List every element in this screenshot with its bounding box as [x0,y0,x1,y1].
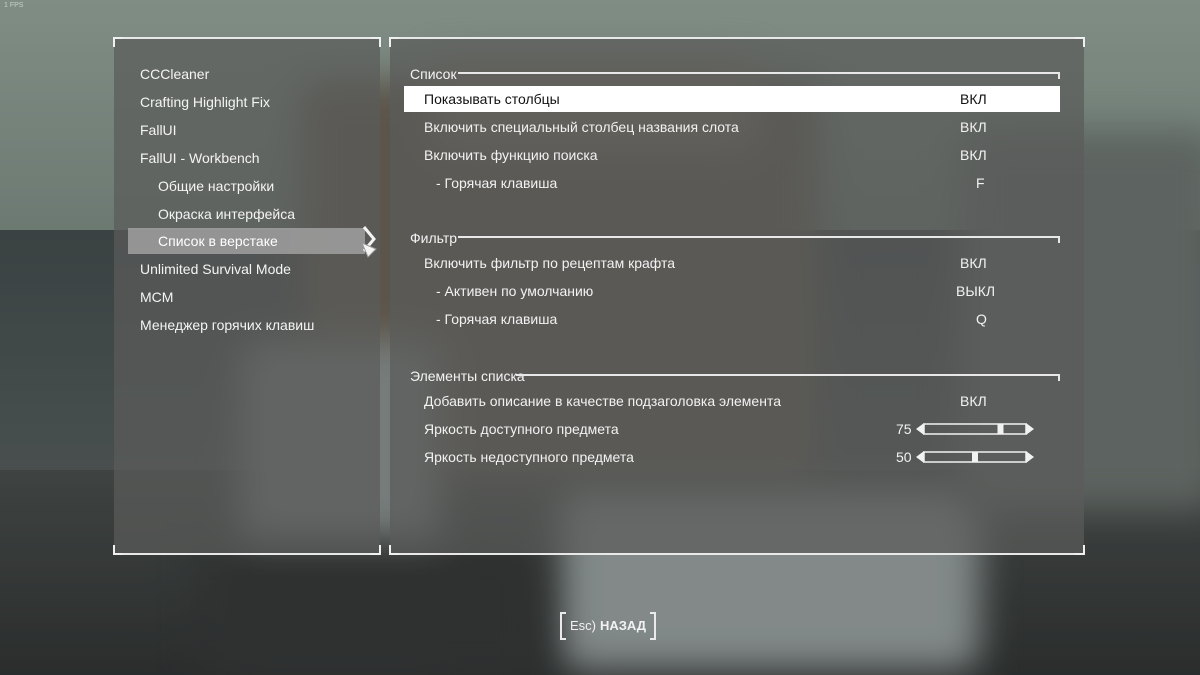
bracket-right [650,612,657,640]
setting-label: Включить специальный столбец названия сл… [424,119,739,135]
back-label: НАЗАД [600,618,647,633]
setting-value: ВКЛ [960,119,987,135]
sidebar-item-workbench-list[interactable]: Список в верстаке [128,228,365,254]
back-button[interactable]: Esc) НАЗАД [560,612,657,640]
setting-unavailable-item-brightness[interactable]: Яркость недоступного предмета 50 [404,444,1060,470]
slider-right-arrow-icon [1026,451,1034,463]
sidebar-item-interface-coloring[interactable]: Окраска интерфейса [158,201,295,227]
setting-value: Q [976,311,987,327]
setting-label: Добавить описание в качестве подзаголовк… [424,393,781,409]
setting-label: Показывать столбцы [424,91,560,107]
setting-slot-name-column[interactable]: Включить специальный столбец названия сл… [404,114,1060,140]
setting-available-item-brightness[interactable]: Яркость доступного предмета 75 [404,416,1060,442]
slider-knob [972,452,978,462]
sidebar-item-cccleaner[interactable]: CCCleaner [140,61,209,87]
sidebar-item-mcm[interactable]: MCM [140,284,173,310]
sidebar-item-fallui[interactable]: FallUI [140,117,177,143]
mouse-cursor-icon [361,226,377,258]
sidebar-item-crafting-highlight-fix[interactable]: Crafting Highlight Fix [140,89,270,115]
setting-value: ВКЛ [960,91,987,107]
slider-left-arrow-icon [916,451,924,463]
sidebar-item-hotkey-manager[interactable]: Менеджер горячих клавиш [140,312,314,338]
section-title-filter: Фильтр [410,230,458,246]
section-divider [516,374,1060,381]
section-divider [458,72,1060,79]
slider-left-arrow-icon [916,423,924,435]
setting-description-subtitle[interactable]: Добавить описание в качестве подзаголовк… [404,388,1060,414]
setting-active-by-default[interactable]: - Активен по умолчанию ВЫКЛ [404,278,1060,304]
mod-list-panel: CCCleaner Crafting Highlight Fix FallUI … [113,37,381,555]
fps-counter: 1 FPS [4,2,24,9]
settings-panel: Список Показывать столбцы ВКЛ Включить с… [389,37,1085,555]
setting-label: Яркость недоступного предмета [424,449,634,465]
slider-knob [997,424,1004,434]
sidebar-item-general-settings[interactable]: Общие настройки [158,173,274,199]
section-divider [458,236,1060,243]
setting-label: - Активен по умолчанию [436,283,594,299]
setting-label: - Горячая клавиша [436,175,558,191]
setting-label: Включить фильтр по рецептам крафта [424,255,676,271]
section-title-list-elements: Элементы списка [410,368,525,384]
back-key-hint: Esc) [570,618,596,633]
setting-value: ВКЛ [960,393,987,409]
setting-search-hotkey[interactable]: - Горячая клавиша F [404,170,1060,196]
setting-value: ВКЛ [960,255,987,271]
sidebar-item-fallui-workbench[interactable]: FallUI - Workbench [140,145,260,171]
setting-value: ВЫКЛ [956,283,996,299]
setting-enable-recipe-filter[interactable]: Включить фильтр по рецептам крафта ВКЛ [404,250,1060,276]
section-title-list: Список [410,66,457,82]
brightness-slider[interactable] [916,421,1034,437]
setting-label: Яркость доступного предмета [424,421,619,437]
setting-label: Включить функцию поиска [424,147,598,163]
sidebar-item-unlimited-survival-mode[interactable]: Unlimited Survival Mode [140,256,291,282]
brightness-slider[interactable] [916,449,1034,465]
setting-show-columns[interactable]: Показывать столбцы ВКЛ [404,86,1060,112]
setting-label: - Горячая клавиша [436,311,558,327]
setting-filter-hotkey[interactable]: - Горячая клавиша Q [404,306,1060,332]
setting-value: ВКЛ [960,147,987,163]
slider-right-arrow-icon [1026,423,1034,435]
setting-enable-search[interactable]: Включить функцию поиска ВКЛ [404,142,1060,168]
setting-value: F [976,175,985,191]
bracket-left [560,612,566,640]
